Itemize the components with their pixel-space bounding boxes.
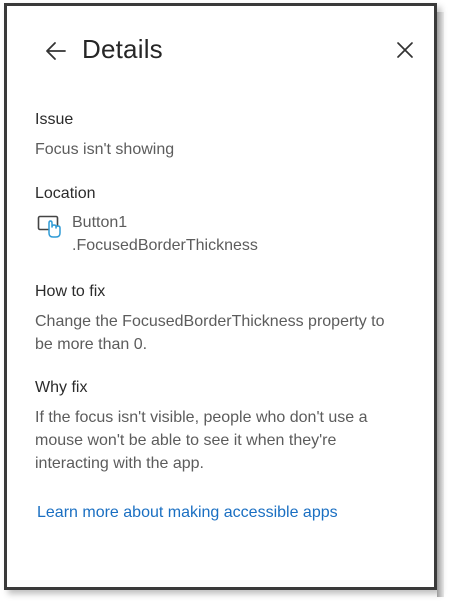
location-control: Button1 xyxy=(72,214,128,231)
issue-heading: Issue xyxy=(35,111,74,128)
why-fix-line: If the focus isn't visible, people who d… xyxy=(35,409,368,426)
details-panel: Details Issue Focus isn't showing Locati… xyxy=(4,3,444,597)
how-to-fix-text: Change the FocusedBorderThickness proper… xyxy=(35,310,425,356)
why-fix-text: If the focus isn't visible, people who d… xyxy=(35,406,425,475)
location-property: .FocusedBorderThickness xyxy=(72,237,258,254)
how-to-fix-heading: How to fix xyxy=(35,283,106,300)
location-item[interactable]: Button1 .FocusedBorderThickness xyxy=(35,211,425,259)
why-fix-section: Why fix If the focus isn't visible, peop… xyxy=(35,377,425,475)
issue-text: Focus isn't showing xyxy=(35,141,175,158)
why-fix-line: interacting with the app. xyxy=(35,455,204,472)
issue-section: Issue Focus isn't showing xyxy=(35,109,425,161)
how-to-fix-line: Change the FocusedBorderThickness proper… xyxy=(35,313,385,330)
location-path: Button1 .FocusedBorderThickness xyxy=(72,211,258,257)
back-button[interactable] xyxy=(43,38,69,64)
arrow-left-icon xyxy=(46,42,66,60)
button-cursor-icon xyxy=(37,215,61,238)
close-button[interactable] xyxy=(395,40,415,60)
page-title: Details xyxy=(82,34,163,64)
learn-more-link[interactable]: Learn more about making accessible apps xyxy=(37,504,338,522)
why-fix-heading: Why fix xyxy=(35,379,88,396)
how-to-fix-section: How to fix Change the FocusedBorderThick… xyxy=(35,281,425,356)
panel-header: Details xyxy=(35,30,425,76)
how-to-fix-line: be more than 0. xyxy=(35,336,148,353)
location-section: Location Button1 .FocusedBorderThickness xyxy=(35,183,425,259)
why-fix-line: mouse won't be able to see it when they'… xyxy=(35,432,337,449)
close-icon xyxy=(397,42,413,58)
location-heading: Location xyxy=(35,185,96,202)
